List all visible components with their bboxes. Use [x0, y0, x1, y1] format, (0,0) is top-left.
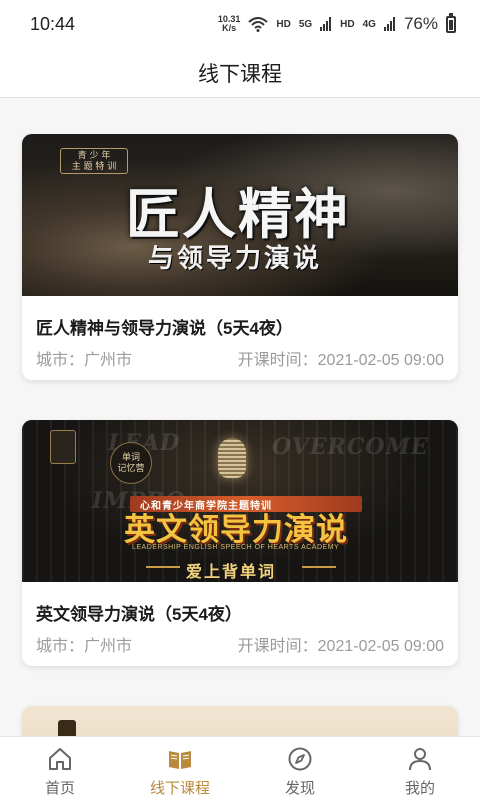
- course-meta: 城市：广州市 开课时间：2021-02-05 09:00: [36, 346, 444, 370]
- course-banner-image: 青 少 年 主 题 特 训 匠人精神 与领导力演说: [22, 134, 458, 296]
- course-card[interactable]: LEAD OVERCOME IMPRO 单词 记忆营 心和青少年商学院主题特训 …: [22, 420, 458, 666]
- book-icon: [169, 751, 191, 769]
- banner-stamp-line1: 单词: [121, 452, 140, 462]
- banner-badge-line1: 青 少 年: [77, 151, 111, 161]
- hd-label-1: HD: [276, 18, 291, 30]
- course-city: 城市：广州市: [36, 352, 133, 369]
- page-header: 线下课程: [0, 48, 480, 98]
- banner-slogan: 爱上背单词: [186, 562, 277, 581]
- course-meta: 城市：广州市 开课时间：2021-02-05 09:00: [36, 632, 444, 656]
- tab-label: 线下课程: [149, 780, 210, 797]
- course-city: 城市：广州市: [36, 638, 133, 655]
- wifi-icon: [248, 17, 269, 32]
- course-start-time: 开课时间：2021-02-05 09:00: [237, 352, 444, 369]
- status-time: 10:44: [30, 13, 76, 34]
- banner-subheading: 与领导力演说: [148, 244, 323, 274]
- course-list[interactable]: 青 少 年 主 题 特 训 匠人精神 与领导力演说 匠人精神与领导力演说（5天4…: [0, 98, 480, 736]
- seal-logo-icon: [50, 430, 76, 464]
- banner-divider: [146, 566, 180, 568]
- course-card[interactable]: [22, 706, 458, 736]
- tab-mine[interactable]: 我的: [360, 737, 480, 800]
- banner-heading: 英文领导力演说: [124, 512, 348, 548]
- home-icon: [49, 748, 71, 770]
- course-card[interactable]: 青 少 年 主 题 特 训 匠人精神 与领导力演说 匠人精神与领导力演说（5天4…: [22, 134, 458, 380]
- tab-label: 发现: [284, 780, 315, 797]
- tab-label: 首页: [44, 780, 75, 797]
- course-banner-image: LEAD OVERCOME IMPRO 单词 记忆营 心和青少年商学院主题特训 …: [22, 420, 458, 582]
- course-start-time: 开课时间：2021-02-05 09:00: [237, 638, 444, 655]
- banner-divider: [302, 566, 336, 568]
- course-banner-image: [22, 706, 458, 736]
- course-title: 匠人精神与领导力演说（5天4夜）: [36, 319, 293, 338]
- compass-icon: [288, 747, 312, 771]
- banner-ghost-text: OVERCOME: [272, 434, 429, 460]
- tab-label: 我的: [404, 780, 435, 797]
- status-indicators: 10.31 K/s HD 5G HD 4G 76%: [218, 12, 456, 34]
- battery-icon: [446, 12, 456, 33]
- banner-badge-line2: 主 题 特 训: [71, 162, 117, 172]
- banner-badge: 青 少 年 主 题 特 训: [60, 148, 128, 174]
- battery-percent: 76%: [403, 14, 438, 33]
- course-info: 英文领导力演说（5天4夜） 城市：广州市 开课时间：2021-02-05 09:…: [22, 582, 458, 656]
- tab-discover[interactable]: 发现: [240, 737, 360, 800]
- status-bar: 10:44 10.31 K/s HD 5G HD 4G 76%: [0, 0, 480, 48]
- page-title: 线下课程: [198, 62, 282, 86]
- signal-strength-icon: [383, 17, 395, 31]
- microphone-icon: [218, 438, 246, 478]
- bottom-tab-bar: 首页 线下课程 发现 我的: [0, 736, 480, 800]
- tab-home[interactable]: 首页: [0, 737, 120, 800]
- banner-tagline: LEADERSHIP ENGLISH SPEECH OF HEARTS ACAD…: [132, 544, 340, 551]
- network-speed: 10.31 K/s: [218, 15, 241, 33]
- course-title: 英文领导力演说（5天4夜）: [36, 605, 242, 624]
- banner-stamp: 单词 记忆营: [110, 442, 152, 484]
- course-info: 匠人精神与领导力演说（5天4夜） 城市：广州市 开课时间：2021-02-05 …: [22, 296, 458, 370]
- signal-4g-label: 4G: [362, 18, 376, 30]
- banner-stamp-line2: 记忆营: [117, 463, 145, 473]
- network-speed-unit: K/s: [222, 23, 237, 33]
- seal-logo-icon: [58, 720, 76, 736]
- signal-strength-icon: [320, 17, 332, 31]
- tab-offline-courses[interactable]: 线下课程: [120, 737, 240, 800]
- hd-label-2: HD: [340, 18, 355, 30]
- signal-5g-label: 5G: [298, 18, 313, 30]
- user-icon: [409, 748, 431, 771]
